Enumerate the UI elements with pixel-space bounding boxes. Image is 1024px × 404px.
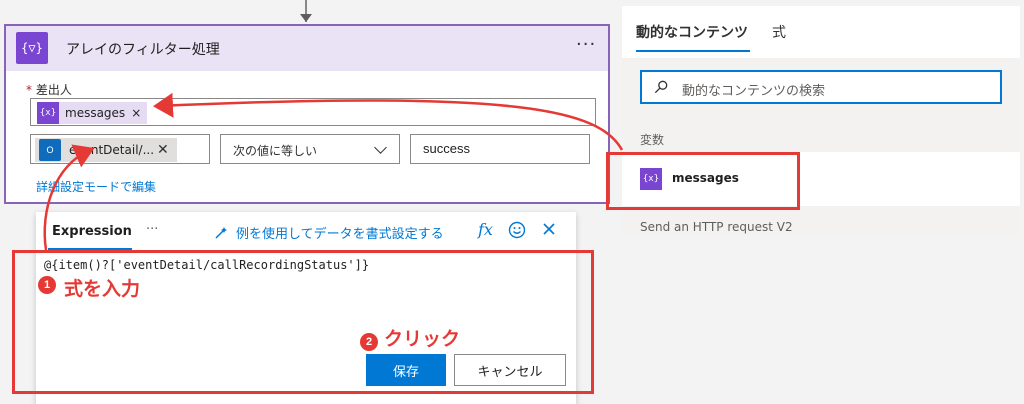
condition-value-input[interactable]: success	[410, 134, 590, 164]
filter-array-card: {▽} アレイのフィルター処理 ··· * 差出人 {x} messages ×…	[4, 24, 610, 204]
from-input[interactable]: {x} messages ×	[30, 98, 596, 126]
search-placeholder: 動的なコンテンツの検索	[682, 84, 826, 99]
from-label-text: 差出人	[35, 83, 72, 97]
remove-token-icon[interactable]: ×	[131, 106, 147, 120]
operator-value: 次の値に等しい	[233, 144, 318, 158]
fx-icon[interactable]: fx	[478, 220, 493, 239]
search-icon	[654, 80, 668, 94]
format-by-example-link[interactable]: 例を使用してデータを書式設定する	[214, 223, 444, 242]
card-header[interactable]: {▽} アレイのフィルター処理 ···	[6, 26, 608, 71]
annotation-highlight-messages	[606, 152, 800, 210]
magic-wand-icon	[215, 226, 227, 239]
outlook-icon: O	[39, 139, 61, 161]
token-label: eventDetail/...	[69, 143, 155, 157]
token-label: messages	[65, 106, 126, 120]
flow-connector-arrow	[300, 14, 312, 22]
messages-token[interactable]: {x} messages ×	[37, 102, 148, 124]
search-input[interactable]: 動的なコンテンツの検索	[640, 70, 1002, 104]
step1-label: 式を入力	[64, 278, 141, 300]
step2-badge: 2	[360, 333, 378, 351]
more-options-button[interactable]: ···	[576, 34, 596, 55]
panel-tabs: 動的なコンテンツ 式	[622, 6, 1020, 58]
active-tab-underline	[636, 50, 750, 52]
step1-badge: 1	[38, 276, 56, 294]
expression-header: Expression ··· 例を使用してデータを書式設定する fx	[36, 212, 576, 252]
remove-token-icon[interactable]: ✕	[157, 142, 169, 158]
smile-icon[interactable]	[508, 221, 526, 239]
tab-expression[interactable]: 式	[772, 22, 786, 42]
condition-left-input[interactable]: O eventDetail/... ✕	[30, 134, 210, 164]
operator-dropdown[interactable]: 次の値に等しい	[220, 134, 400, 164]
required-mark: *	[26, 83, 32, 97]
card-title: アレイのフィルター処理	[66, 42, 220, 58]
variables-section-label: 変数	[640, 133, 665, 147]
format-by-example-label: 例を使用してデータを書式設定する	[236, 227, 444, 242]
tab-dynamic-content[interactable]: 動的なコンテンツ	[636, 22, 748, 42]
chevron-down-icon	[374, 141, 387, 154]
from-label: * 差出人	[26, 81, 72, 98]
annotation-highlight-editor	[12, 250, 594, 394]
advanced-mode-link[interactable]: 詳細設定モードで編集	[36, 178, 156, 195]
event-detail-token[interactable]: O eventDetail/... ✕	[35, 138, 177, 162]
more-options-button[interactable]: ···	[146, 222, 158, 237]
condition-value: success	[423, 141, 470, 156]
variable-icon: {x}	[37, 102, 59, 124]
tab-expression-editor[interactable]: Expression	[52, 224, 132, 239]
filter-icon: {▽}	[16, 32, 48, 64]
step2-label: クリック	[384, 328, 461, 350]
close-icon[interactable]	[541, 221, 557, 237]
next-section-label: Send an HTTP request V2	[640, 220, 793, 234]
